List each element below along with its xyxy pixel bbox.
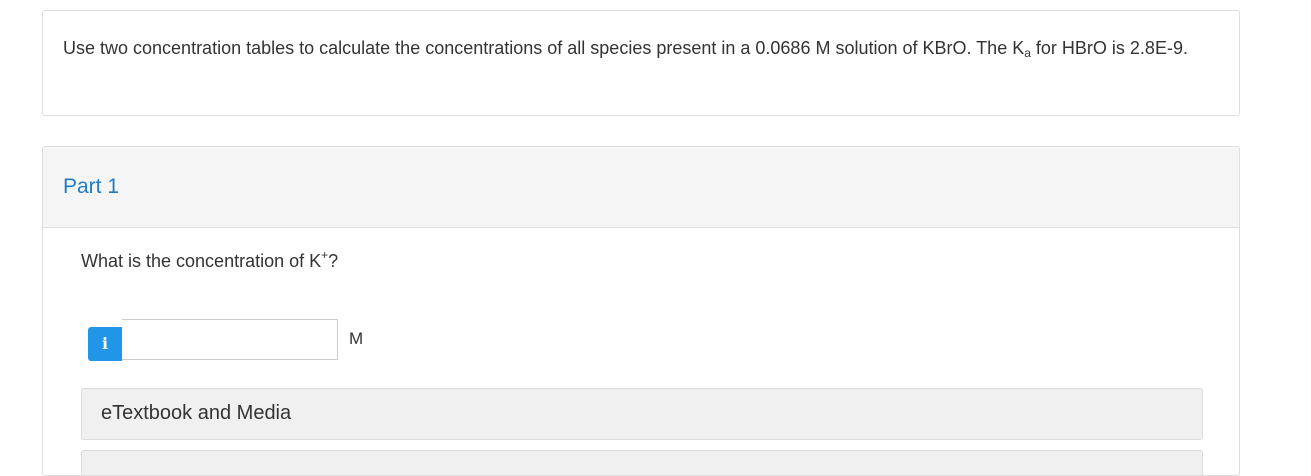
question-text-end: for HBrO is 2.8E-9. [1030, 38, 1188, 58]
next-panel [81, 450, 1203, 475]
prompt-text: What is the concentration of K [81, 251, 322, 271]
info-icon[interactable]: i [88, 327, 122, 361]
answer-input[interactable] [122, 319, 338, 360]
question-ka-subscript: a [1024, 46, 1031, 60]
unit-label: M [349, 329, 364, 348]
part-header[interactable]: Part 1 [43, 147, 1239, 228]
etextbook-media-button[interactable]: eTextbook and Media [81, 388, 1203, 440]
question-text: Use two concentration tables to calculat… [63, 33, 1223, 63]
prompt-end: ? [328, 251, 339, 271]
part-prompt: What is the concentration of K+? [81, 249, 339, 272]
part-title: Part 1 [63, 175, 120, 198]
etextbook-media-label: eTextbook and Media [101, 402, 292, 424]
question-text-main: Use two concentration tables to calculat… [63, 38, 1025, 58]
question-card: Use two concentration tables to calculat… [42, 10, 1240, 116]
part-card: Part 1 What is the concentration of K+? … [42, 146, 1240, 476]
